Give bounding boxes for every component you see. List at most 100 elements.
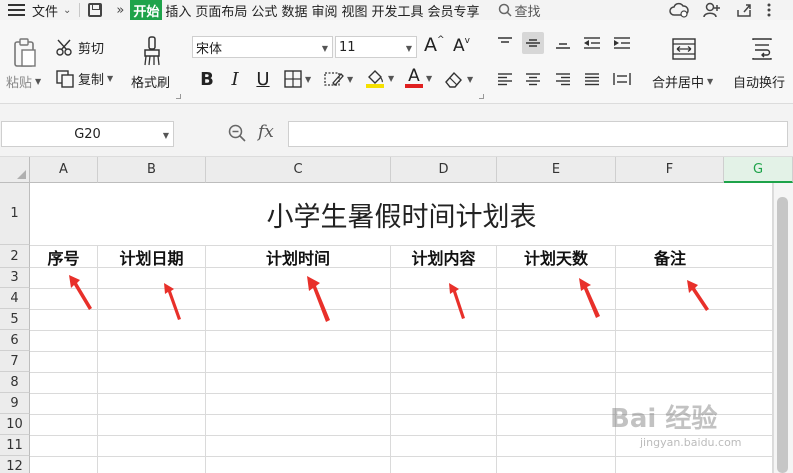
header-cell-f2[interactable]: 备注 — [616, 246, 724, 268]
format-painter-button[interactable]: 格式刷 — [131, 72, 170, 91]
decrease-indent-button[interactable] — [581, 32, 603, 54]
align-top-button[interactable] — [494, 32, 516, 54]
shrink-font-button[interactable]: Av — [453, 36, 470, 56]
merge-center-button[interactable]: 合并居中 ▼ — [652, 72, 713, 91]
tab-view[interactable]: 视图 — [340, 1, 368, 20]
chevron-down-icon[interactable]: ⌄ — [63, 5, 71, 16]
align-bottom-button[interactable] — [552, 32, 574, 54]
tab-review[interactable]: 审阅 — [310, 1, 338, 20]
add-user-icon[interactable] — [703, 2, 721, 18]
save-icon[interactable] — [88, 3, 103, 17]
align-top-icon — [498, 37, 512, 43]
font-name-value: 宋体 — [196, 41, 223, 57]
tab-home[interactable]: 开始 — [130, 0, 163, 21]
bold-button[interactable]: B — [198, 68, 216, 90]
row-header-6[interactable]: 6 — [0, 330, 30, 351]
row-header-1[interactable]: 1 — [0, 183, 30, 245]
merge-center-icon[interactable] — [672, 38, 696, 60]
clear-button[interactable]: ▼ — [444, 70, 473, 88]
align-middle-icon — [526, 39, 540, 47]
wrap-text-icon[interactable] — [750, 38, 774, 60]
row-header-3[interactable]: 3 — [0, 268, 30, 288]
increase-indent-button[interactable] — [611, 32, 633, 54]
borders-button[interactable]: ▼ — [284, 70, 311, 88]
wrap-text-button[interactable]: 自动换行 — [733, 72, 785, 91]
tab-page-layout[interactable]: 页面布局 — [194, 1, 248, 20]
insert-function-button[interactable]: fx — [258, 122, 274, 142]
tab-formulas[interactable]: 公式 — [250, 1, 278, 20]
cell-format-button[interactable]: ▼ — [324, 70, 353, 88]
title-bar-actions — [669, 0, 771, 20]
search-label: 查找 — [514, 4, 541, 20]
row-header-4[interactable]: 4 — [0, 288, 30, 309]
decrease-indent-icon — [584, 37, 600, 49]
header-cell-e2[interactable]: 计划天数 — [497, 246, 615, 268]
paste-icon[interactable] — [13, 38, 37, 68]
cut-button[interactable]: 剪切 — [56, 38, 104, 57]
row-header-10[interactable]: 10 — [0, 414, 30, 435]
select-all-button[interactable] — [0, 157, 30, 183]
gridline — [615, 245, 616, 473]
menu-file[interactable]: 文件 — [31, 1, 59, 20]
align-center-icon — [526, 73, 540, 86]
scissors-icon — [56, 39, 72, 56]
tab-member[interactable]: 会员专享 — [427, 1, 481, 20]
font-color-button[interactable]: A ▼ — [405, 68, 432, 88]
row-header-11[interactable]: 11 — [0, 435, 30, 456]
header-cell-c2[interactable]: 计划时间 — [206, 246, 390, 268]
column-header-g[interactable]: G — [724, 157, 793, 183]
paste-button[interactable]: 粘贴 ▼ — [6, 72, 41, 91]
row-header-7[interactable]: 7 — [0, 351, 30, 372]
column-header-f[interactable]: F — [616, 157, 724, 183]
align-center-button[interactable] — [522, 68, 544, 90]
header-cell-a2[interactable]: 序号 — [30, 246, 97, 268]
tab-data[interactable]: 数据 — [280, 1, 308, 20]
hamburger-menu-icon[interactable] — [8, 4, 25, 16]
row-header-12[interactable]: 12 — [0, 456, 30, 473]
share-icon[interactable] — [735, 2, 753, 18]
align-right-button[interactable] — [552, 68, 574, 90]
tab-developer[interactable]: 开发工具 — [370, 1, 424, 20]
row-header-8[interactable]: 8 — [0, 372, 30, 393]
column-header-e[interactable]: E — [497, 157, 616, 183]
tab-insert[interactable]: 插入 — [164, 1, 192, 20]
name-box[interactable]: G20 ▼ — [1, 121, 174, 147]
more-tools-icon[interactable]: » — [116, 3, 124, 18]
column-header-a[interactable]: A — [30, 157, 98, 183]
fill-color-button[interactable]: ▼ — [365, 68, 394, 88]
down-icon: v — [464, 36, 470, 46]
grow-font-button[interactable]: A ^ — [424, 34, 445, 56]
format-painter-icon[interactable] — [143, 36, 161, 66]
underline-button[interactable]: U — [254, 68, 272, 90]
clipboard-dialog-launcher[interactable] — [176, 94, 181, 99]
zoom-icon[interactable] — [228, 124, 246, 142]
gridline — [30, 372, 773, 373]
gridline — [30, 393, 773, 394]
header-cell-d2[interactable]: 计划内容 — [391, 246, 496, 268]
menu-bar: 文件 ⌄ » 开始 插入 页面布局 公式 数据 审阅 视图 开发工具 会员专享 … — [0, 0, 793, 21]
column-header-c[interactable]: C — [206, 157, 391, 183]
gridline — [97, 245, 98, 473]
row-header-9[interactable]: 9 — [0, 393, 30, 414]
font-dialog-launcher[interactable] — [479, 94, 484, 99]
header-cell-b2[interactable]: 计划日期 — [98, 246, 205, 268]
vertical-scrollbar-thumb[interactable] — [777, 197, 788, 473]
search-button[interactable]: 查找 — [497, 1, 542, 20]
align-middle-button[interactable] — [522, 32, 544, 54]
cloud-sync-icon[interactable] — [669, 2, 689, 18]
font-name-select[interactable]: 宋体 ▼ — [192, 36, 333, 58]
font-color-icon: A — [405, 68, 423, 88]
row-header-5[interactable]: 5 — [0, 309, 30, 330]
row-header-2[interactable]: 2 — [0, 245, 30, 268]
font-size-select[interactable]: 11 ▼ — [335, 36, 417, 58]
justify-button[interactable] — [581, 68, 603, 90]
more-options-icon[interactable] — [767, 2, 771, 18]
italic-button[interactable]: I — [226, 68, 244, 90]
column-header-d[interactable]: D — [391, 157, 497, 183]
align-left-button[interactable] — [494, 68, 516, 90]
formula-input[interactable] — [288, 121, 788, 147]
distribute-button[interactable] — [611, 68, 633, 90]
sheet-title-cell[interactable]: 小学生暑假时间计划表 — [31, 184, 772, 245]
column-header-b[interactable]: B — [98, 157, 206, 183]
copy-button[interactable]: 复制 ▼ — [56, 69, 113, 88]
